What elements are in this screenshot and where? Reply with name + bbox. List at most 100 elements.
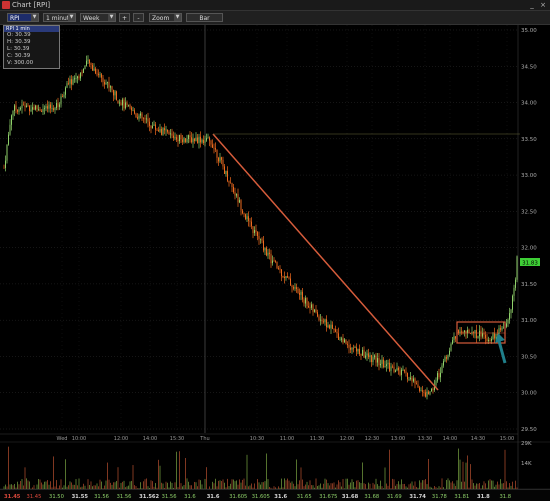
- volume-bar: [175, 482, 176, 489]
- candle-body: [176, 137, 177, 139]
- volume-bar: [40, 480, 41, 489]
- candle-body: [133, 110, 134, 111]
- candle-body: [187, 139, 188, 142]
- volume-bar: [463, 462, 464, 489]
- candle-body: [274, 261, 275, 262]
- volume-bar: [140, 482, 141, 489]
- candle-body: [260, 239, 261, 240]
- volume-bar: [472, 479, 473, 489]
- volume-bar: [464, 482, 465, 489]
- candle-body: [301, 292, 302, 295]
- candle-body: [197, 138, 198, 143]
- ohlc-high: H: 30.39: [4, 39, 59, 46]
- candle-body: [496, 334, 497, 338]
- candle-body: [245, 214, 246, 219]
- candle-body: [307, 298, 308, 306]
- candle-body: [347, 344, 348, 345]
- candle-body: [443, 361, 444, 365]
- candle-body: [299, 293, 300, 295]
- candle-body: [362, 350, 363, 356]
- candle-body: [79, 76, 80, 78]
- candle-body: [25, 105, 26, 107]
- candle-body: [344, 339, 345, 342]
- volume-bar: [389, 450, 390, 489]
- symbol-value: RPI: [10, 15, 20, 22]
- candle-body: [158, 130, 159, 131]
- candle-body: [385, 366, 386, 367]
- chevron-down-icon[interactable]: ▼: [68, 14, 75, 21]
- candle-body: [74, 78, 75, 79]
- price-chart[interactable]: 35.0034.5034.0033.5033.0032.5032.0031.50…: [0, 25, 550, 500]
- candle-body: [379, 358, 380, 365]
- candle-body: [239, 200, 240, 202]
- candle-body: [172, 133, 173, 135]
- candle-body: [119, 103, 120, 104]
- candle-body: [77, 76, 78, 78]
- volume-bar: [242, 480, 243, 489]
- candle-body: [185, 138, 186, 142]
- candle-body: [65, 88, 66, 95]
- footer-value: 31.8: [499, 494, 511, 500]
- volume-bar: [415, 481, 416, 489]
- chevron-down-icon[interactable]: ▼: [31, 14, 38, 21]
- zoom-selector[interactable]: Zoom ▼: [149, 13, 182, 22]
- volume-bar: [346, 479, 347, 489]
- candle-body: [148, 119, 149, 122]
- toolbar: RPI ▼ 1 minute ▼ Week ▼ + - Zoom ▼ Bar: [0, 11, 550, 25]
- candle-body: [398, 368, 399, 370]
- footer-value: 31.56: [162, 494, 177, 500]
- minimize-button[interactable]: _: [528, 1, 536, 9]
- candle-body: [493, 333, 494, 339]
- zoom-in-button[interactable]: +: [119, 13, 130, 22]
- footer-value: 31.562: [139, 494, 159, 500]
- candle-body: [116, 91, 117, 100]
- candle-body: [367, 353, 368, 355]
- candle-body: [500, 328, 501, 330]
- volume-bar: [53, 456, 54, 489]
- candle-body: [292, 286, 293, 287]
- ohlc-open: O: 30.39: [4, 32, 59, 39]
- candle-body: [157, 130, 158, 131]
- volume-bar: [65, 459, 66, 489]
- volume-bar: [200, 480, 201, 489]
- candle-body: [328, 325, 329, 327]
- candle-body: [199, 137, 200, 143]
- candle-body: [136, 114, 137, 117]
- candle-body: [370, 355, 371, 357]
- candle-body: [182, 139, 183, 142]
- interval-selector[interactable]: 1 minute ▼: [43, 13, 76, 22]
- zoom-out-button[interactable]: -: [133, 13, 144, 22]
- candle-body: [125, 102, 126, 108]
- candle-body: [359, 349, 360, 354]
- volume-bar: [244, 479, 245, 489]
- x-tick-label: 13:00: [391, 436, 405, 442]
- volume-bar: [484, 481, 485, 489]
- value-strip: 31.4531.4531.5031.5531.5631.5631.56231.5…: [0, 489, 550, 501]
- volume-bar: [100, 480, 101, 489]
- candle-body: [13, 111, 14, 115]
- candle-body: [143, 118, 144, 119]
- footer-value: 31.8: [477, 494, 490, 500]
- chevron-down-icon[interactable]: ▼: [108, 14, 115, 21]
- volume-bar: [17, 482, 18, 489]
- candle-body: [110, 86, 111, 87]
- close-button[interactable]: ×: [539, 1, 547, 9]
- candle-body: [127, 102, 128, 105]
- range-selector[interactable]: Week ▼: [80, 13, 116, 22]
- footer-value: 31.68: [364, 494, 379, 500]
- candle-body: [103, 78, 104, 82]
- candle-body: [134, 110, 135, 113]
- candle-body: [259, 236, 260, 239]
- ohlc-volume: V: 300.00: [4, 60, 59, 67]
- volume-bar: [188, 482, 189, 489]
- symbol-selector[interactable]: RPI ▼: [7, 13, 39, 22]
- chart-type-button[interactable]: Bar: [186, 13, 223, 22]
- candle-body: [163, 128, 164, 135]
- volume-bar: [467, 455, 468, 489]
- volume-bar: [491, 480, 492, 489]
- candle-body: [353, 348, 354, 349]
- candle-body: [253, 226, 254, 233]
- chevron-down-icon[interactable]: ▼: [174, 14, 181, 21]
- candle-body: [262, 239, 263, 241]
- volume-bar: [338, 480, 339, 489]
